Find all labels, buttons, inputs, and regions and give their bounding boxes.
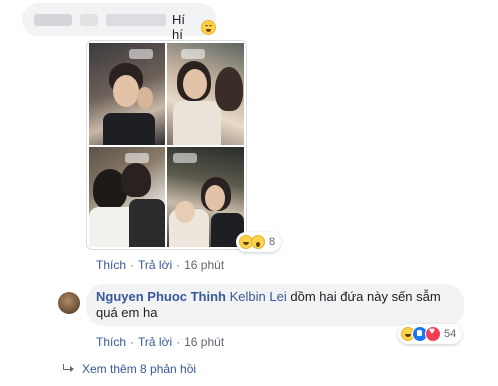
comment-bubble-1: Hí hí <box>22 3 216 42</box>
grinning-emoji-icon <box>201 19 216 35</box>
like-link[interactable]: Thích <box>96 258 126 272</box>
like-link[interactable]: Thích <box>96 335 126 349</box>
blurred-author-name <box>34 14 72 26</box>
comment-reactions[interactable]: 54 <box>398 324 463 344</box>
comment-author[interactable]: Nguyen Phuoc Thinh <box>96 289 226 304</box>
separator: · <box>176 258 181 272</box>
comment-text-content: Hí hí <box>172 12 185 42</box>
comment-text: Hí hí <box>172 12 216 42</box>
photo-divider <box>87 145 246 147</box>
timestamp[interactable]: 16 phút <box>184 335 224 349</box>
timestamp[interactable]: 16 phút <box>184 258 224 272</box>
reply-link[interactable]: Trả lời <box>138 335 172 349</box>
photo-panel-1 <box>89 43 165 145</box>
photo-panel-2 <box>167 43 244 145</box>
comment-bubble-2: Nguyen Phuoc Thinh Kelbin Lei dồm hai đứ… <box>86 284 464 326</box>
separator: · <box>130 335 135 349</box>
separator: · <box>130 258 135 272</box>
separator: · <box>176 335 181 349</box>
view-more-replies-label[interactable]: Xem thêm 8 phản hồi <box>82 362 196 376</box>
wow-icon <box>251 235 265 249</box>
reaction-count: 54 <box>444 328 457 340</box>
comment-actions: Thích · Trả lời · 16 phút <box>96 335 224 349</box>
avatar[interactable] <box>58 292 80 314</box>
mention-link[interactable]: Kelbin Lei <box>230 289 287 304</box>
comment-photo[interactable] <box>86 40 247 250</box>
reaction-count: 8 <box>269 236 276 248</box>
view-more-replies[interactable]: Xem thêm 8 phản hồi <box>62 362 196 376</box>
blurred-author-name <box>106 14 166 26</box>
blurred-author-name <box>80 14 98 26</box>
comment-actions: Thích · Trả lời · 16 phút <box>96 258 224 272</box>
comment-reactions[interactable]: 8 <box>236 232 282 252</box>
reply-arrow-icon <box>62 364 74 374</box>
photo-panel-4 <box>167 147 244 247</box>
reply-link[interactable]: Trả lời <box>138 258 172 272</box>
comment-text: Nguyen Phuoc Thinh Kelbin Lei dồm hai đứ… <box>96 289 456 321</box>
love-icon <box>425 326 441 342</box>
photo-panel-3 <box>89 147 165 247</box>
